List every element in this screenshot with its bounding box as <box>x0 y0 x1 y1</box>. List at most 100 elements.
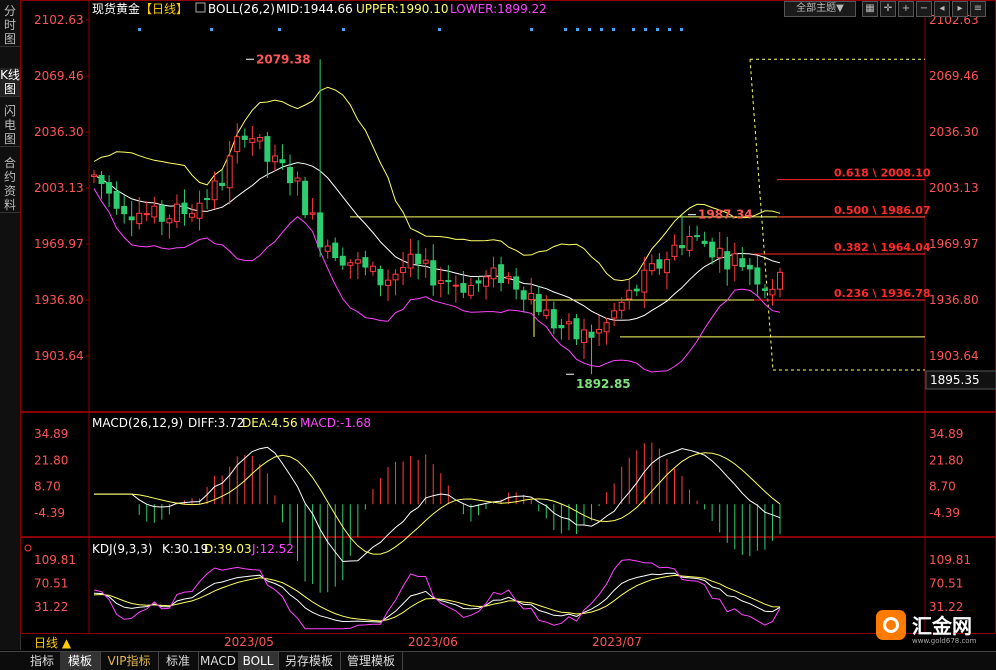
kdj-tick-left: 109.81 <box>34 553 76 567</box>
tab-kline[interactable]: K线图 <box>0 68 20 97</box>
candle-body <box>694 235 701 238</box>
price-tick-right: 1936.80 <box>929 293 979 307</box>
candle-body <box>754 267 761 285</box>
event-marker-icon <box>438 28 441 31</box>
candle-body <box>633 288 640 292</box>
kline-chart[interactable]: 现货黄金 【日线】 BOLL(26,2) MID:1944.66 UPPER:1… <box>20 0 996 651</box>
price-tick-right: 1903.64 <box>929 349 979 363</box>
tab-template[interactable]: 模板 <box>60 652 101 670</box>
boll-toggle-icon[interactable] <box>195 2 206 13</box>
kdj-tick-left: 31.22 <box>34 600 68 614</box>
event-marker-icon <box>588 28 591 31</box>
candle-body <box>505 276 512 279</box>
move-left-icon[interactable]: ◂ <box>934 1 950 17</box>
candle-body <box>143 213 150 216</box>
candle-body <box>249 138 256 143</box>
event-marker-icon <box>656 28 659 31</box>
tab-standard[interactable]: 标准 <box>158 652 199 670</box>
kdj-label: KDJ(9,3,3) <box>92 542 153 556</box>
theme-select[interactable]: 全部主题▼ <box>784 1 856 17</box>
candle-body <box>596 328 603 334</box>
candle-body <box>731 253 738 266</box>
candle-body <box>362 257 369 268</box>
candle-body <box>181 202 188 215</box>
candle-body <box>769 288 776 296</box>
candle-body <box>761 288 768 291</box>
grid-icon[interactable]: ▦ <box>862 1 878 17</box>
price-tick-left: 2069.46 <box>34 69 84 83</box>
event-marker-icon <box>680 28 683 31</box>
tab-contract-info[interactable]: 合约资料 <box>0 156 20 213</box>
candle-body <box>354 259 361 264</box>
macd-dea: DEA:4.56 <box>242 416 298 430</box>
tab-manage-template[interactable]: 管理模板 <box>340 652 403 670</box>
price-tick-left: 1969.97 <box>34 237 84 251</box>
candle-body <box>385 279 391 286</box>
macd-tick-right: 21.80 <box>929 453 963 467</box>
candle-body <box>483 276 489 287</box>
move-right-icon[interactable]: ▸ <box>952 1 968 17</box>
candle-body <box>226 155 233 189</box>
event-marker-icon <box>612 28 615 31</box>
candle-body <box>196 202 203 219</box>
zoom-in-icon[interactable]: + <box>898 1 914 17</box>
event-marker-icon <box>138 28 141 31</box>
tab-timeshare[interactable]: 分时图 <box>0 4 20 47</box>
candle-body <box>91 174 97 178</box>
crosshair-icon[interactable]: ✛ <box>880 1 896 17</box>
candle-body <box>151 205 158 218</box>
template-toolbar: 指标 模板 VIP指标 标准 MACD BOLL 另存模板 管理模板 <box>0 651 996 670</box>
candle-body <box>588 331 595 338</box>
tab-indicators[interactable]: 指标 <box>24 652 61 670</box>
macd-tick-right: 34.89 <box>929 427 963 441</box>
candle-body <box>701 240 708 244</box>
tab-vip-indicators[interactable]: VIP指标 <box>100 652 159 670</box>
candle-body <box>520 290 527 300</box>
candle-body <box>430 260 437 286</box>
date-axis-label: 2023/06 <box>408 635 458 649</box>
chart-type-sidebar: 分时图 K线图 闪电图 合约资料 <box>0 0 21 650</box>
tab-boll[interactable]: BOLL <box>238 652 279 670</box>
fib-diagonal-dashed <box>749 59 774 371</box>
macd-dea-line <box>94 452 781 555</box>
tab-lightning[interactable]: 闪电图 <box>0 104 20 147</box>
candle-body <box>535 293 542 313</box>
kdj-settings-icon[interactable] <box>24 544 32 552</box>
candle-body <box>241 135 248 140</box>
candle-body <box>671 244 678 257</box>
candle-body <box>309 212 316 215</box>
period-selector[interactable]: 日线 ▲ <box>34 636 72 650</box>
price-tick-right: 2036.30 <box>929 125 979 139</box>
event-marker-icon <box>342 28 345 31</box>
instrument-title: 现货黄金 <box>92 1 140 16</box>
candle-body <box>106 182 113 194</box>
candle-body <box>603 322 610 333</box>
tab-macd[interactable]: MACD <box>198 652 239 670</box>
price-tick-left: 2102.63 <box>34 13 84 27</box>
macd-value: MACD:-1.68 <box>300 416 371 430</box>
macd-tick-left: 34.89 <box>34 427 68 441</box>
zoom-out-icon[interactable]: − <box>916 1 932 17</box>
candle-body <box>256 137 263 142</box>
candle-body <box>716 247 723 259</box>
price-tick-right: 2003.13 <box>929 181 979 195</box>
event-marker-icon <box>210 28 213 31</box>
candle-body <box>581 329 587 343</box>
candle-body <box>332 242 339 259</box>
candle-body <box>302 180 309 216</box>
candle-body <box>98 175 105 185</box>
candle-body <box>452 284 459 287</box>
candle-body <box>369 265 376 272</box>
candle-body <box>656 259 663 269</box>
fib-level-label: 0.618 \ 2008.10 <box>834 167 931 180</box>
candle-body <box>324 245 331 252</box>
price-tick-left: 1936.80 <box>34 293 84 307</box>
candle-body <box>460 283 467 293</box>
kdj-d-line <box>93 574 781 622</box>
kdj-tick-right: 109.81 <box>929 553 971 567</box>
candle-body <box>271 155 278 163</box>
settings-icon[interactable]: ≡ <box>970 1 986 17</box>
event-marker-icon <box>644 28 647 31</box>
tab-save-template[interactable]: 另存模板 <box>278 652 341 670</box>
candle-body <box>573 318 580 340</box>
